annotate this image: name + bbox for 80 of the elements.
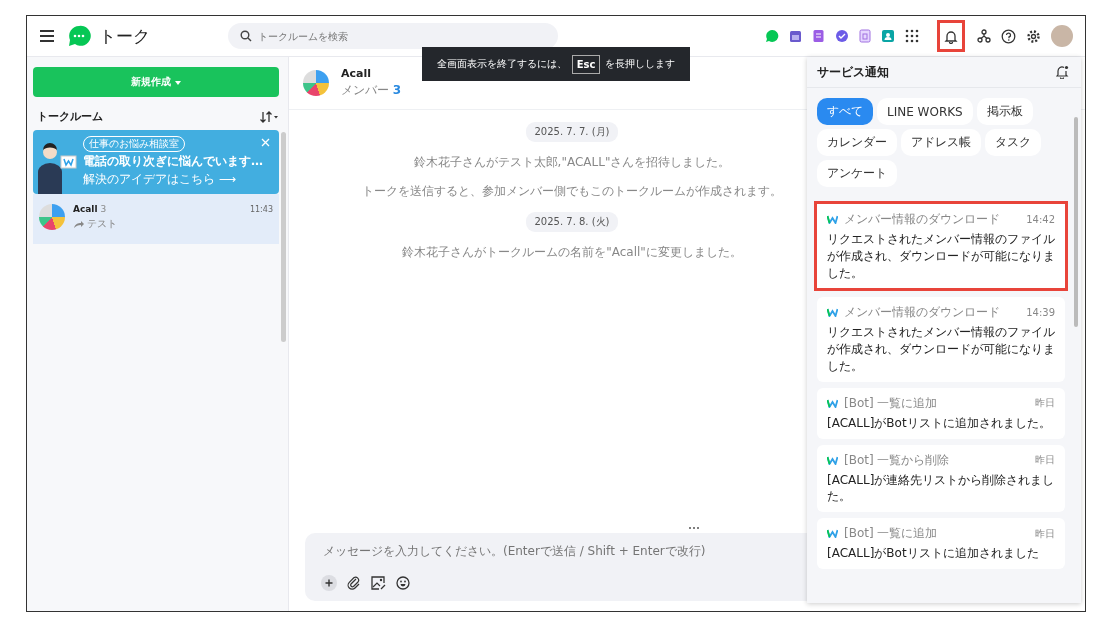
search-icon [240, 30, 252, 42]
members-label: メンバー [341, 83, 389, 97]
settings-icon[interactable] [1026, 28, 1041, 44]
notification-time: 昨日 [1035, 453, 1055, 468]
date-divider: 2025. 7. 7. (月) [526, 122, 618, 142]
bell-icon [944, 28, 958, 44]
group-avatar [303, 70, 329, 96]
filter-chip[interactable]: アンケート [817, 160, 897, 187]
note-icon[interactable] [812, 29, 825, 43]
contact-card-icon[interactable] [881, 29, 895, 43]
help-icon[interactable] [1001, 28, 1016, 44]
notification-card[interactable]: メンバー情報のダウンロード 14:39 リクエストされたメンバー情報のファイルが作成され、ダウンロードが可能になりました。 [817, 297, 1065, 382]
paperclip-icon[interactable] [347, 576, 361, 590]
notification-source: メンバー情報のダウンロード [844, 304, 1000, 322]
system-message: 鈴木花子さんがトークルームの名前を"Acall"に変更しました。 [402, 244, 742, 261]
forward-arrow-icon [73, 219, 84, 229]
chat-bubble-logo-icon [67, 24, 91, 48]
notification-text: リクエストされたメンバー情報のファイルが作成され、ダウンロードが可能になりました。 [827, 231, 1055, 282]
notification-text: [ACALL]がBotリストに追加されました。 [827, 414, 1052, 432]
image-icon[interactable] [371, 576, 386, 590]
filter-chip[interactable]: すべて [817, 98, 873, 125]
form-icon[interactable] [859, 29, 871, 43]
filter-chip[interactable]: カレンダー [817, 129, 897, 156]
notification-source: [Bot] 一覧に追加 [844, 525, 938, 543]
notification-bell-button[interactable] [937, 20, 965, 52]
bell-settings-icon[interactable] [1056, 65, 1069, 79]
room-time: 11:43 [249, 205, 273, 214]
toast-text: を長押しします [605, 57, 676, 71]
date-divider: 2025. 7. 8. (火) [526, 212, 618, 232]
w-logo-icon [827, 215, 838, 224]
caret-icon [174, 81, 181, 85]
filter-chip[interactable]: アドレス帳 [901, 129, 981, 156]
filter-chip[interactable]: 掲示板 [976, 98, 1033, 125]
notification-card[interactable]: [Bot] 一覧に追加 昨日 [ACALL]がBotリストに追加されました。 [817, 387, 1065, 439]
w-logo-icon [827, 398, 838, 408]
menu-icon[interactable] [39, 29, 55, 43]
last-message-preview: テスト [87, 217, 117, 231]
task-check-icon[interactable] [835, 29, 849, 43]
notification-text: [ACALL]が連絡先リストから削除されました。 [827, 471, 1055, 506]
toast-text: 全画面表示を終了するには、 [436, 57, 567, 71]
search-field[interactable]: トークルームを検索 [228, 23, 558, 49]
room-name: Acall [73, 204, 98, 214]
scrollbar[interactable] [281, 132, 286, 342]
w-logo-icon [827, 308, 838, 318]
section-title: トークルーム [37, 109, 103, 124]
notification-source: メンバー情報のダウンロード [844, 211, 1000, 228]
notification-card[interactable]: メンバー情報のダウンロード 14:42 リクエストされたメンバー情報のファイルが作成され、ダウンロードが可能になりました。 [814, 201, 1068, 292]
app-grid-icon[interactable] [905, 29, 919, 43]
members-count[interactable]: 3 [392, 83, 402, 97]
notification-source: [Bot] 一覧に追加 [844, 394, 938, 412]
group-avatar [39, 204, 65, 230]
filter-chip[interactable]: LINE WORKS [877, 98, 973, 125]
notification-text: [ACALL]がBotリストに追加されました [827, 545, 1040, 562]
filter-chip[interactable]: タスク [985, 129, 1041, 156]
esc-key: Esc [571, 54, 601, 74]
w-logo-icon [827, 455, 838, 465]
notification-time: 14:39 [1026, 307, 1055, 319]
notification-time: 14:42 [1026, 214, 1055, 225]
notification-card[interactable]: [Bot] 一覧から削除 昨日 [ACALL]が連絡先リストから削除されました。 [817, 444, 1065, 513]
member-count: 3 [100, 204, 107, 214]
notification-card[interactable]: [Bot] 一覧に追加 昨日 [ACALL]がBotリストに追加されました [817, 518, 1065, 569]
plus-icon[interactable] [321, 575, 337, 591]
panel-title: サービス通知 [817, 63, 889, 81]
calendar-icon[interactable] [789, 29, 802, 43]
notification-text: リクエストされたメンバー情報のファイルが作成され、ダウンロードが可能になりました。 [827, 324, 1055, 375]
sort-icon[interactable] [259, 109, 279, 124]
system-message: 鈴木花子さんがテスト太郎,"ACALL"さんを招待しました。 [413, 154, 731, 171]
emoji-icon[interactable] [396, 576, 410, 590]
notification-time: 昨日 [1035, 526, 1055, 541]
notification-source: [Bot] 一覧から削除 [844, 451, 950, 469]
org-chart-icon[interactable] [977, 29, 991, 43]
talk-room-item[interactable]: Acall 3 11:43 テスト [33, 194, 279, 244]
more-icon[interactable] [688, 526, 700, 530]
chat-title: Acall [341, 67, 372, 80]
notification-time: 昨日 [1035, 396, 1055, 411]
system-message: トークを送信すると、参加メンバー側でもこのトークルームが作成されます。 [362, 183, 782, 200]
app-title: トーク [99, 24, 150, 48]
banner-headline: 電話の取り次ぎに悩んでいます… [83, 153, 263, 170]
w-logo-icon [827, 529, 838, 539]
scrollbar[interactable] [1074, 117, 1078, 327]
